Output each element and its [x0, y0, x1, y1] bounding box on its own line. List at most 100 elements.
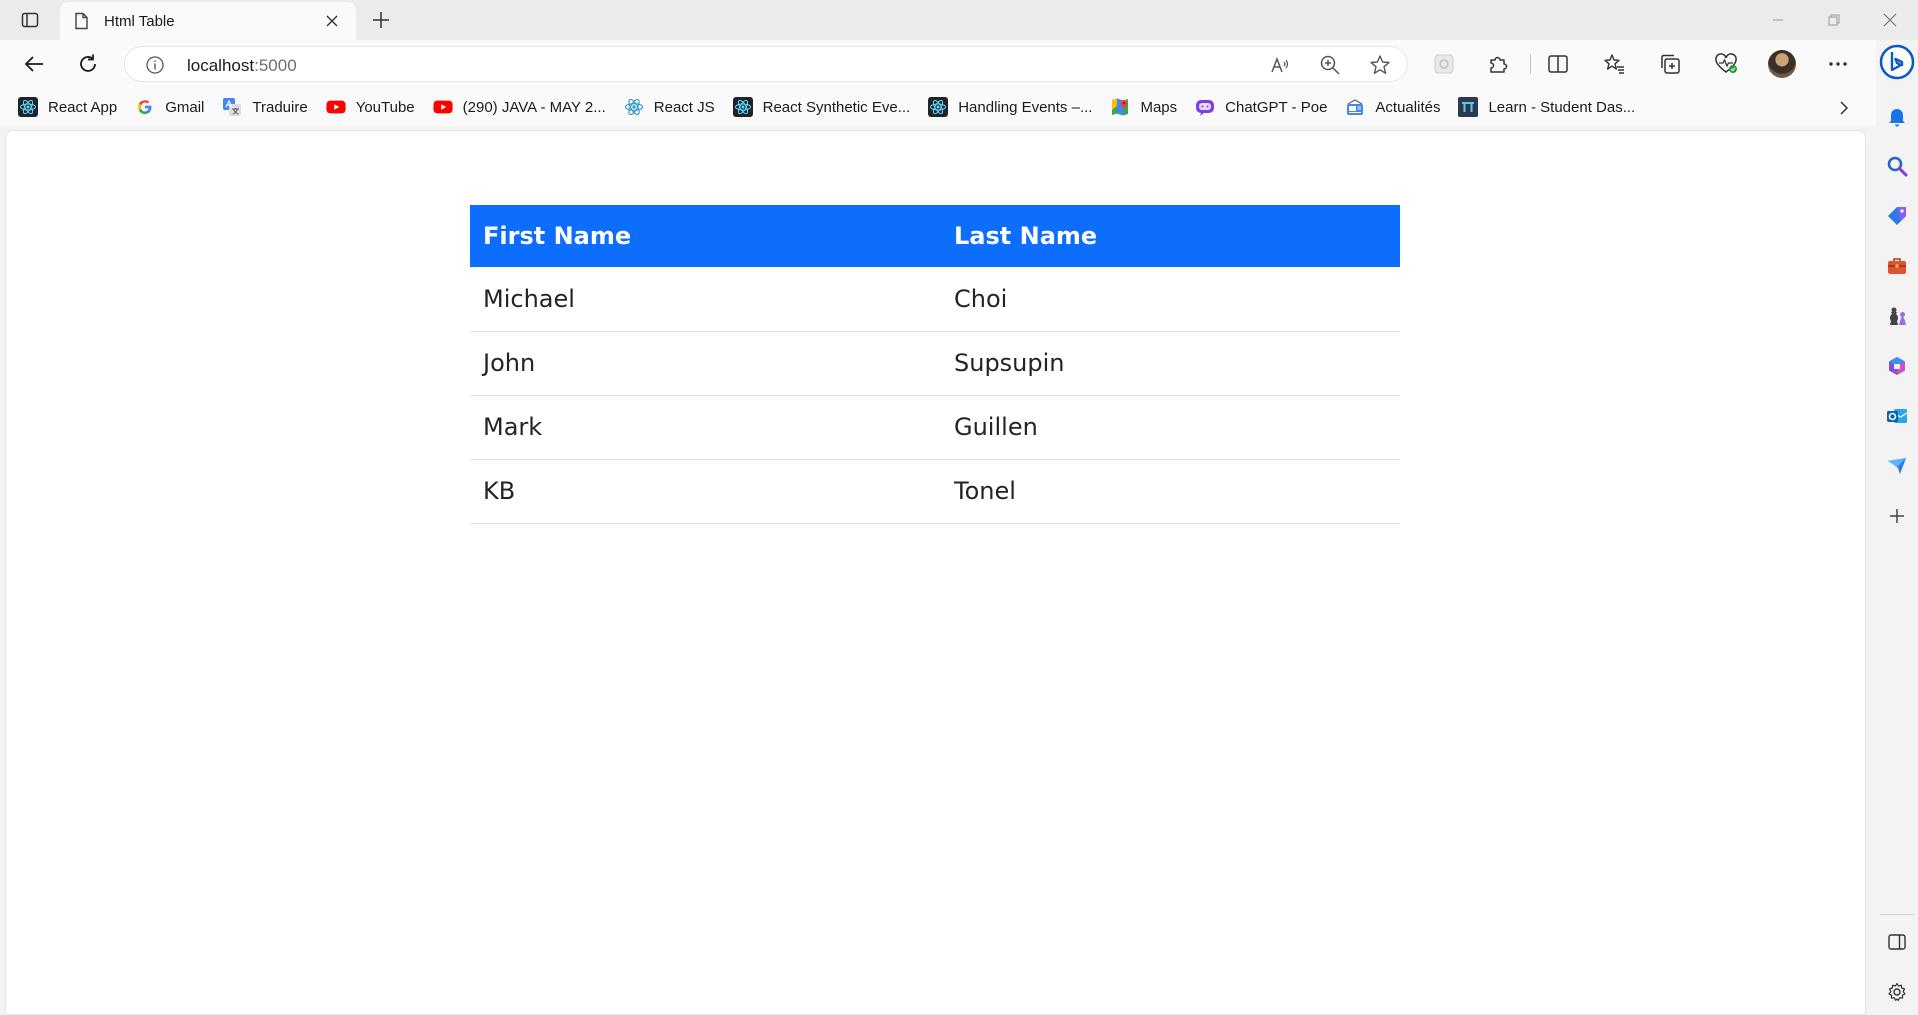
bookmark-label: React JS	[653, 98, 715, 116]
zoom-button[interactable]	[1319, 54, 1341, 76]
react-icon	[624, 97, 644, 117]
bookmark-traduire[interactable]: Traduire	[220, 92, 315, 122]
bookmark-label: YouTube	[355, 98, 415, 116]
notifications-button[interactable]	[1881, 100, 1913, 132]
back-button[interactable]	[16, 48, 52, 80]
last-name-cell: Choi	[941, 267, 1400, 332]
tab-close-button[interactable]	[320, 9, 344, 33]
site-info-icon[interactable]	[145, 55, 165, 75]
bookmark-react-synthetic-events[interactable]: React Synthetic Eve...	[731, 92, 919, 122]
first-name-cell: John	[470, 331, 941, 396]
copilot-button[interactable]	[1879, 44, 1915, 80]
bookmark-maps[interactable]: Maps	[1108, 92, 1185, 122]
sidebar-settings-button[interactable]	[1881, 976, 1913, 1008]
last-name-cell: Supsupin	[941, 331, 1400, 396]
bookmark-chatgpt-poe[interactable]: ChatGPT - Poe	[1193, 92, 1335, 122]
first-name-cell: Michael	[470, 267, 941, 332]
refresh-button[interactable]	[70, 48, 106, 80]
shopping-button[interactable]	[1881, 200, 1913, 232]
bookmark-java-video[interactable]: (290) JAVA - MAY 2...	[431, 92, 614, 122]
bookmark-handling-events[interactable]: Handling Events –...	[926, 92, 1100, 122]
read-aloud-button[interactable]	[1269, 54, 1291, 76]
chevron-right-icon	[1840, 101, 1849, 115]
more-icon	[1829, 62, 1847, 66]
edge-sidebar	[1876, 40, 1918, 1015]
youtube-icon	[326, 97, 346, 117]
bookmarks-overflow-button[interactable]	[1832, 96, 1856, 120]
bell-icon	[1889, 109, 1905, 127]
bookmark-react-js[interactable]: React JS	[622, 92, 723, 122]
poe-icon	[1195, 97, 1215, 117]
react-icon	[732, 97, 753, 117]
table-row: KB Tonel	[470, 459, 1400, 524]
minimize-button[interactable]	[1750, 0, 1806, 40]
sidebar-panel-icon	[1888, 934, 1906, 950]
toolbar-divider	[1530, 54, 1531, 74]
add-sidebar-app-button[interactable]	[1881, 500, 1913, 532]
google-icon	[135, 97, 155, 117]
settings-and-more-button[interactable]	[1820, 48, 1856, 80]
navigation-toolbar: localhost:5000	[0, 40, 1876, 88]
bookmark-learn-student-dashboard[interactable]: Learn - Student Das...	[1456, 92, 1643, 122]
bookmark-gmail[interactable]: Gmail	[133, 92, 212, 122]
new-tab-button[interactable]	[366, 6, 396, 34]
restore-button[interactable]	[1806, 0, 1862, 40]
extensions-button[interactable]	[1480, 48, 1516, 80]
bookmark-label: Handling Events –...	[958, 98, 1093, 116]
last-name-cell: Tonel	[941, 459, 1400, 524]
close-window-button[interactable]	[1862, 0, 1918, 40]
favorite-star-button[interactable]	[1369, 54, 1391, 76]
sidebar-divider	[1880, 914, 1914, 915]
url-text[interactable]: localhost:5000	[187, 56, 297, 76]
browser-essentials-button[interactable]	[1708, 48, 1744, 80]
puzzle-icon	[1490, 56, 1508, 73]
bookmark-label: Maps	[1140, 98, 1178, 116]
bookmark-label: ChatGPT - Poe	[1225, 98, 1328, 116]
games-button[interactable]	[1881, 300, 1913, 332]
address-bar[interactable]: localhost:5000	[124, 46, 1408, 82]
hide-sidebar-button[interactable]	[1881, 926, 1913, 958]
window-controls	[1750, 0, 1918, 40]
drop-button[interactable]	[1881, 450, 1913, 482]
extension-placeholder-button[interactable]	[1426, 48, 1462, 80]
last-name-cell: Guillen	[941, 395, 1400, 460]
avatar	[1768, 50, 1796, 78]
table-header-row: First Name Last Name	[470, 205, 1400, 267]
bookmark-actualites[interactable]: Actualités	[1343, 92, 1448, 122]
shopping-tag-icon	[1888, 207, 1906, 225]
names-table: First Name Last Name Michael Choi John S…	[470, 205, 1400, 524]
profile-button[interactable]	[1764, 48, 1800, 80]
active-tab[interactable]: Html Table	[60, 2, 356, 40]
tab-strip: Html Table	[0, 0, 1918, 40]
table-row: Michael Choi	[470, 267, 1400, 332]
minimize-icon	[1773, 19, 1783, 21]
first-name-cell: Mark	[470, 395, 941, 460]
split-screen-button[interactable]	[1540, 48, 1576, 80]
star-icon	[1370, 55, 1390, 74]
microsoft-365-icon	[1889, 357, 1905, 375]
bookmark-label: Gmail	[165, 98, 205, 116]
restore-icon	[1828, 14, 1840, 26]
translate-icon	[222, 97, 242, 117]
tab-actions-button[interactable]	[12, 6, 48, 34]
react-icon	[18, 97, 38, 117]
tools-button[interactable]	[1881, 250, 1913, 282]
column-header-last-name: Last Name	[941, 205, 1400, 267]
read-aloud-icon	[1271, 56, 1289, 73]
collections-icon	[1661, 54, 1680, 74]
search-button[interactable]	[1881, 150, 1913, 182]
back-arrow-icon	[24, 56, 43, 72]
outlook-icon	[1887, 409, 1908, 423]
page-icon	[75, 12, 88, 30]
table-row: Mark Guillen	[470, 395, 1400, 460]
url-port: :5000	[254, 56, 297, 75]
microsoft-365-button[interactable]	[1881, 350, 1913, 382]
bookmark-label: Actualités	[1375, 98, 1441, 116]
favorites-button[interactable]	[1596, 48, 1632, 80]
outlook-button[interactable]	[1881, 400, 1913, 432]
bookmark-youtube[interactable]: YouTube	[324, 92, 423, 122]
bookmark-react-app[interactable]: React App	[16, 92, 125, 122]
chess-pieces-icon	[1889, 307, 1906, 325]
collections-button[interactable]	[1652, 48, 1688, 80]
bookmark-label: React Synthetic Eve...	[762, 98, 911, 116]
